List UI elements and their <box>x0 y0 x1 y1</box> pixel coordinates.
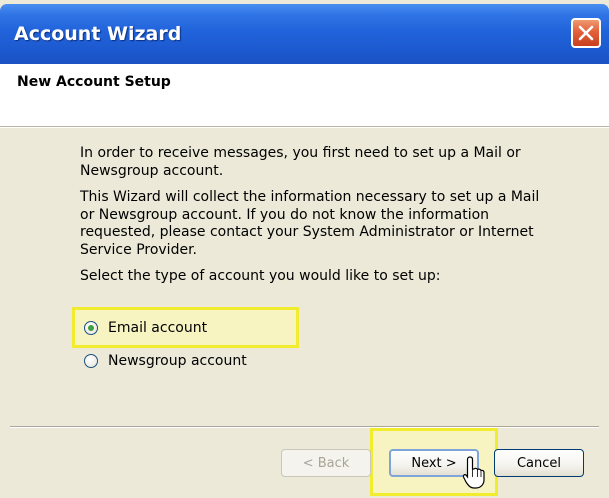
header-divider <box>0 127 609 128</box>
close-icon <box>578 25 594 41</box>
cancel-button[interactable]: Cancel <box>494 449 584 477</box>
wizard-header: New Account Setup <box>0 64 609 127</box>
page-title: New Account Setup <box>17 74 171 90</box>
prompt-text: Select the type of account you would lik… <box>80 268 441 284</box>
newsgroup-account-radio[interactable] <box>84 354 98 368</box>
email-account-radio[interactable] <box>84 321 98 335</box>
email-account-option[interactable]: Email account <box>84 318 207 338</box>
intro-text: In order to receive messages, you first … <box>80 145 521 179</box>
radio-selected-dot <box>88 325 94 331</box>
window-title: Account Wizard <box>14 23 182 45</box>
newsgroup-account-label[interactable]: Newsgroup account <box>108 353 247 369</box>
title-bar[interactable]: Account Wizard <box>0 4 609 64</box>
newsgroup-account-option[interactable]: Newsgroup account <box>84 351 247 371</box>
footer-separator <box>10 426 599 428</box>
mouse-cursor-icon <box>462 456 485 489</box>
back-button[interactable]: < Back <box>281 449 371 477</box>
info-text: This Wizard will collect the information… <box>80 189 540 258</box>
account-wizard-window: Account Wizard New Account Setup In orde… <box>0 0 609 498</box>
close-button[interactable] <box>571 18 601 48</box>
email-account-label[interactable]: Email account <box>108 320 207 336</box>
